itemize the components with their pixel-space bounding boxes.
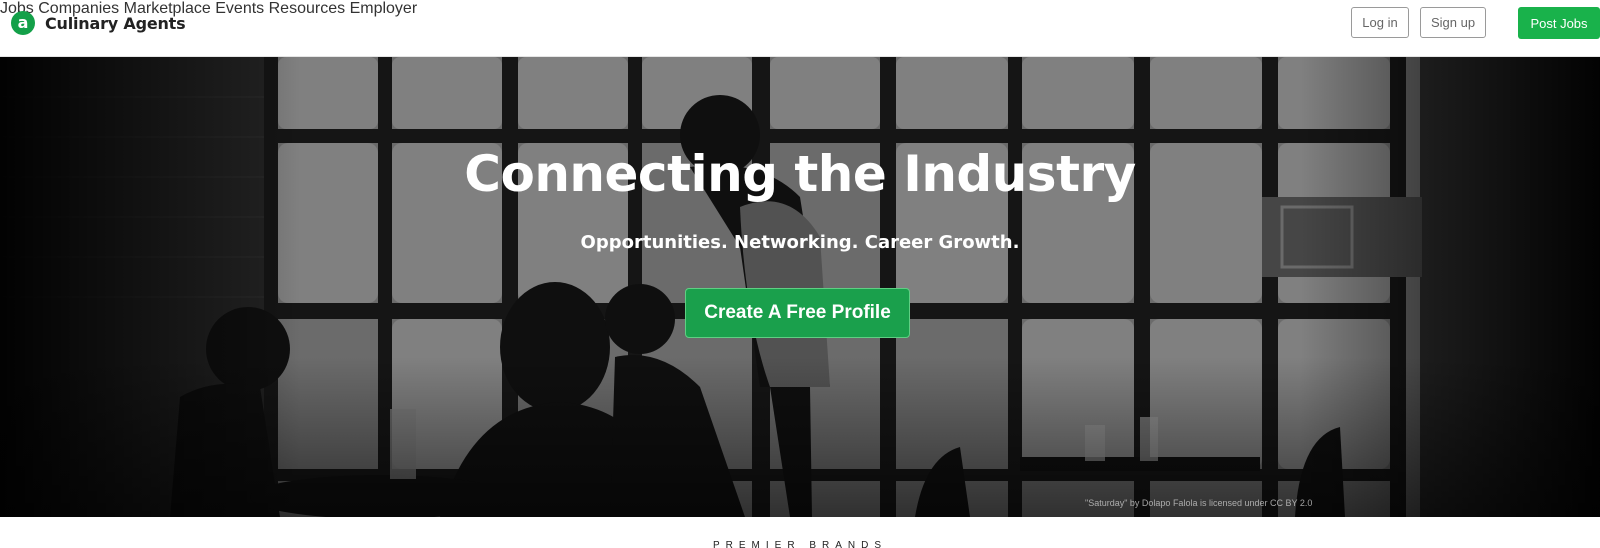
photo-credit: "Saturday" by Dolapo Falola is licensed … — [1085, 498, 1313, 508]
premier-brands-heading: PREMIER BRANDS — [712, 540, 887, 548]
signup-button[interactable]: Sign up — [1420, 7, 1486, 38]
brand-link[interactable]: a Culinary Agents — [11, 11, 186, 35]
hero-title: Connecting the Industry — [464, 145, 1136, 203]
hero-section: Connecting the Industry Opportunities. N… — [0, 57, 1600, 517]
login-button[interactable]: Log in — [1351, 7, 1409, 38]
nav-resources[interactable]: Resources — [269, 0, 345, 17]
top-navbar: a Culinary Agents Jobs Companies Marketp… — [0, 0, 1600, 57]
brand-name: Culinary Agents — [45, 13, 186, 33]
nav-events[interactable]: Events — [215, 0, 264, 17]
hero-subtitle: Opportunities. Networking. Career Growth… — [580, 232, 1020, 253]
create-free-profile-button[interactable]: Create A Free Profile — [685, 288, 910, 338]
hero-background-photo — [0, 57, 1600, 517]
post-jobs-button[interactable]: Post Jobs — [1518, 7, 1600, 39]
culinary-agents-logo-icon: a — [11, 11, 35, 35]
nav-employer[interactable]: Employer — [350, 0, 418, 17]
